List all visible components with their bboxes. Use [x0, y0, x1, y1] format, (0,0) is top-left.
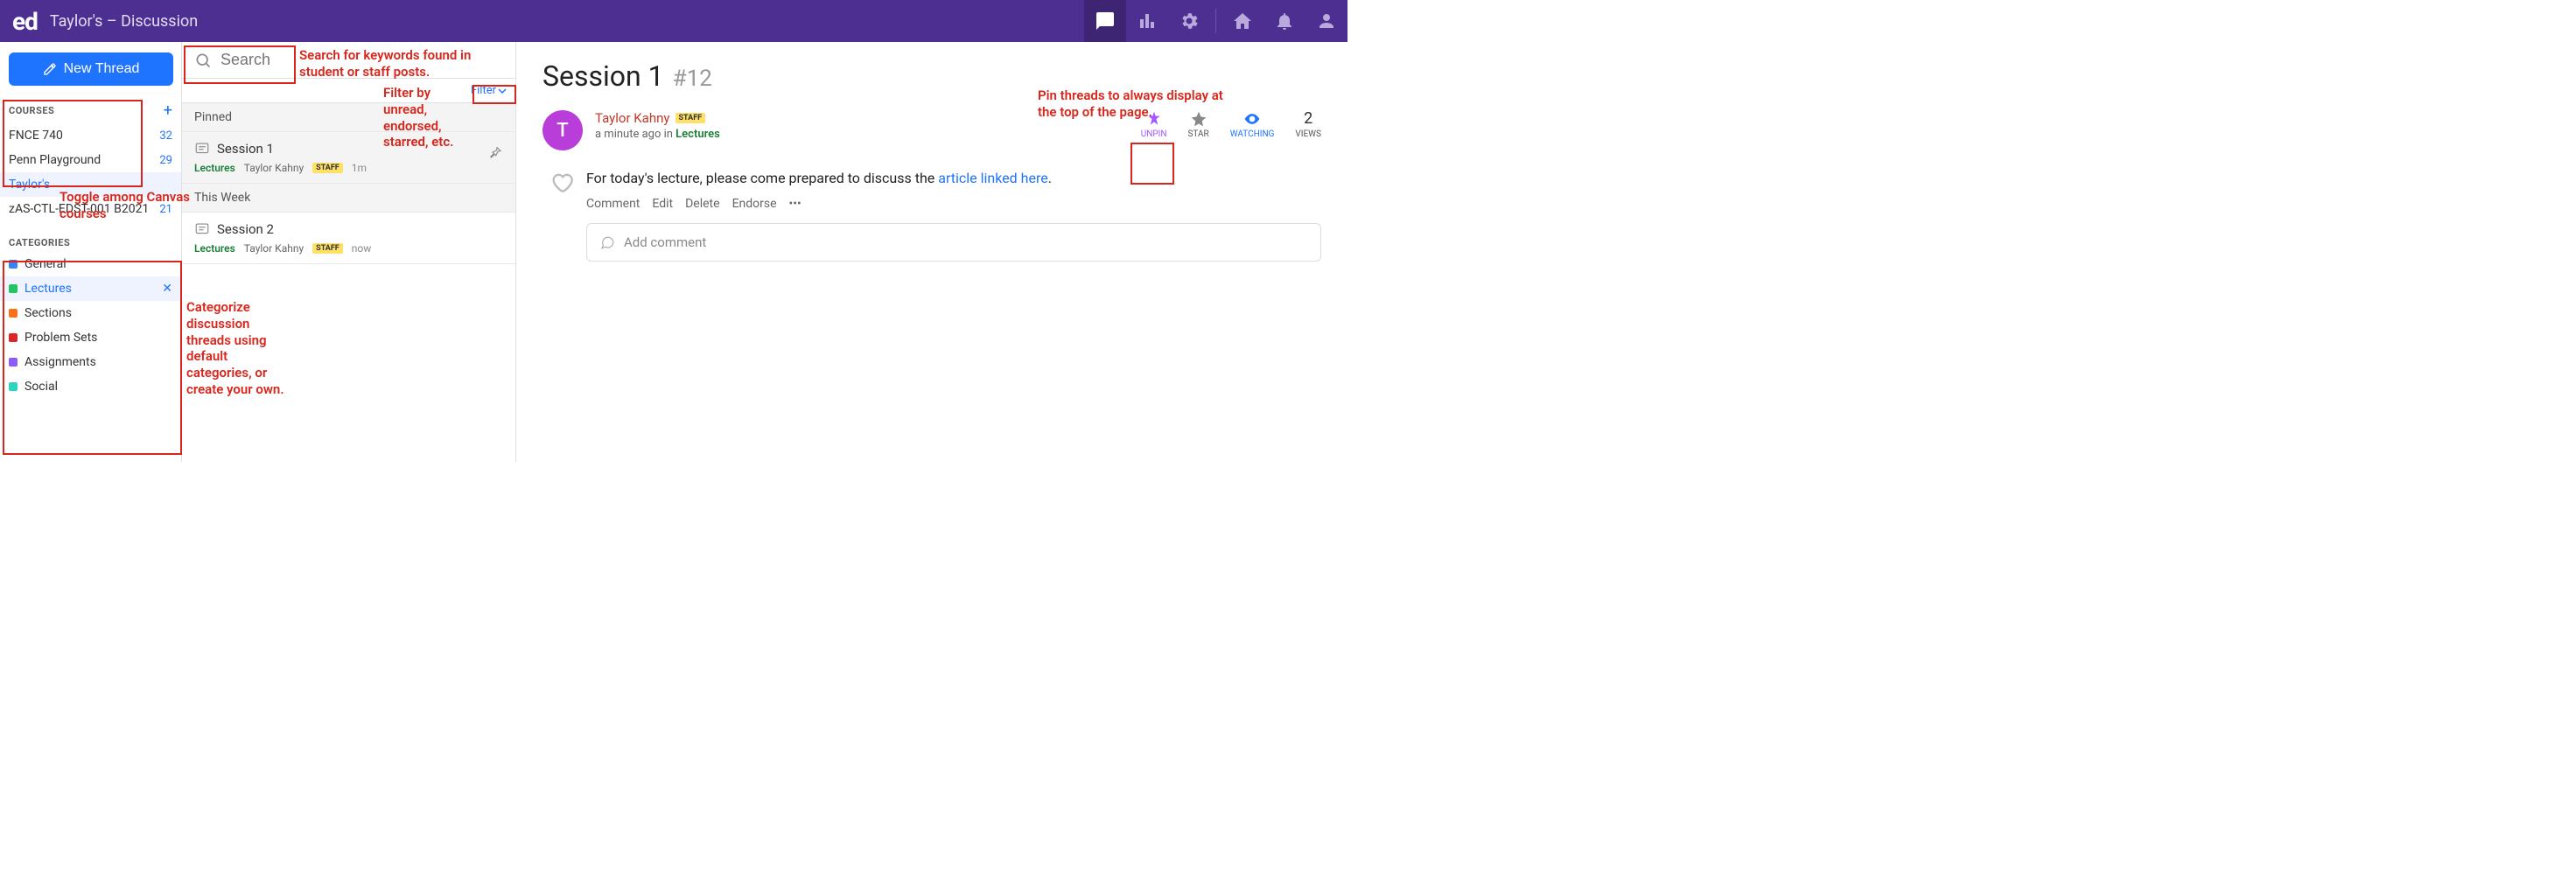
- staff-badge: STAFF: [676, 113, 706, 123]
- pin-icon: [1145, 110, 1163, 128]
- edit-icon: [43, 62, 57, 76]
- thread-item[interactable]: Session 2 Lectures Taylor Kahny STAFF no…: [182, 213, 515, 264]
- category-row[interactable]: Assignments: [0, 350, 181, 374]
- thread-section-header: Pinned: [182, 103, 515, 132]
- thread-number: #12: [673, 66, 712, 92]
- category-swatch: [9, 382, 18, 391]
- thread-meta: a minute ago in Lectures: [595, 128, 1141, 141]
- staff-badge: STAFF: [312, 163, 343, 173]
- thread-view: Session 1 #12 T Taylor Kahny STAFF a min…: [516, 42, 1348, 462]
- staff-badge: STAFF: [312, 243, 343, 254]
- course-row[interactable]: FNCE 74032: [0, 123, 181, 148]
- add-course-button[interactable]: +: [164, 101, 172, 120]
- post-icon: [194, 141, 210, 157]
- avatar: T: [542, 110, 583, 150]
- unpin-button[interactable]: UNPIN: [1141, 110, 1167, 139]
- category-row[interactable]: General: [0, 252, 181, 276]
- comment-icon: [599, 234, 615, 250]
- gear-icon[interactable]: [1168, 0, 1210, 42]
- thread-body: For today's lecture, please come prepare…: [586, 170, 1321, 186]
- search-icon: [194, 52, 212, 69]
- bell-icon[interactable]: [1264, 0, 1306, 42]
- category-swatch: [9, 309, 18, 318]
- category-row[interactable]: Social: [0, 374, 181, 399]
- star-icon: [1190, 110, 1208, 128]
- watch-button[interactable]: WATCHING: [1230, 110, 1275, 139]
- filter-button[interactable]: Filter: [471, 84, 507, 97]
- discussion-icon[interactable]: [1084, 0, 1126, 42]
- home-icon[interactable]: [1222, 0, 1264, 42]
- delete-action[interactable]: Delete: [685, 197, 719, 211]
- sidebar: New Thread COURSES + FNCE 74032 Penn Pla…: [0, 42, 182, 462]
- eye-icon: [1243, 110, 1261, 128]
- close-icon[interactable]: ✕: [162, 282, 172, 296]
- analytics-icon[interactable]: [1126, 0, 1168, 42]
- body-link[interactable]: article linked here: [938, 170, 1047, 186]
- thread-item[interactable]: Session 1 Lectures Taylor Kahny STAFF 1m: [182, 132, 515, 184]
- course-row[interactable]: Taylor's: [0, 172, 181, 197]
- category-swatch: [9, 260, 18, 269]
- thread-item-title: Session 2: [217, 221, 274, 237]
- category-swatch: [9, 284, 18, 293]
- thread-category-link[interactable]: Lectures: [676, 128, 720, 141]
- course-row[interactable]: Penn Playground29: [0, 148, 181, 172]
- comment-input[interactable]: Add comment: [586, 223, 1321, 262]
- thread-list: Filter Pinned Session 1 Lectures Taylor …: [182, 42, 516, 462]
- thread-item-title: Session 1: [217, 141, 274, 157]
- more-icon[interactable]: •••: [789, 197, 802, 211]
- comment-action[interactable]: Comment: [586, 197, 640, 211]
- search-input[interactable]: [220, 51, 503, 69]
- category-row[interactable]: Sections: [0, 301, 181, 325]
- heart-icon[interactable]: [550, 170, 574, 194]
- account-icon[interactable]: [1306, 0, 1348, 42]
- edit-action[interactable]: Edit: [652, 197, 673, 211]
- thread-section-header: This Week: [182, 184, 515, 213]
- courses-heading: COURSES: [9, 105, 54, 116]
- new-thread-button[interactable]: New Thread: [9, 52, 173, 86]
- category-row[interactable]: Problem Sets: [0, 325, 181, 350]
- star-button[interactable]: STAR: [1187, 110, 1208, 139]
- views-count: 2 VIEWS: [1295, 110, 1321, 139]
- pin-icon: [487, 144, 503, 164]
- logo[interactable]: ed: [0, 7, 50, 36]
- categories-heading: CATEGORIES: [9, 237, 70, 248]
- post-actions: Comment Edit Delete Endorse •••: [586, 197, 1321, 211]
- page-title: Taylor's – Discussion: [50, 12, 198, 31]
- chevron-down-icon: [498, 87, 507, 95]
- topbar: ed Taylor's – Discussion: [0, 0, 1348, 42]
- post-icon: [194, 221, 210, 237]
- endorse-action[interactable]: Endorse: [732, 197, 777, 211]
- category-swatch: [9, 358, 18, 367]
- thread-title: Session 1: [542, 59, 664, 93]
- course-row[interactable]: zAS-CTL-EDST-001 B202121: [0, 197, 181, 221]
- category-swatch: [9, 333, 18, 342]
- author-name[interactable]: Taylor Kahny: [595, 110, 670, 126]
- new-thread-label: New Thread: [64, 61, 140, 77]
- category-row[interactable]: Lectures✕: [0, 276, 181, 301]
